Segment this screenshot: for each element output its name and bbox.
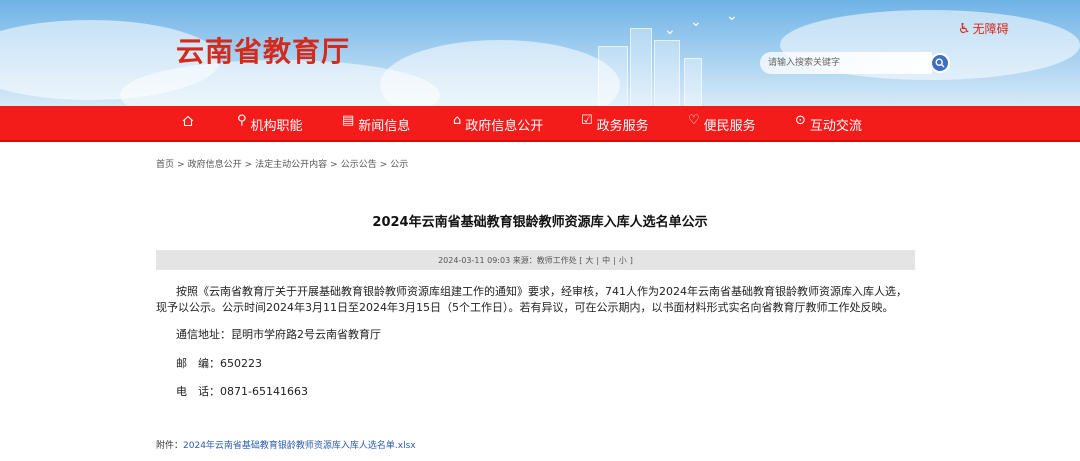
header-building bbox=[598, 46, 628, 106]
accessibility-label: 无障碍 bbox=[972, 22, 1009, 36]
contact-postcode: 邮 编：650223 bbox=[176, 357, 262, 370]
nav-item-label: 机构职能 bbox=[250, 118, 303, 134]
nav-item-convenience[interactable]: ♡ 便民服务 bbox=[688, 106, 756, 142]
nav-item-label: 互动交流 bbox=[809, 118, 862, 134]
nav-item-services[interactable]: ☑ 政务服务 bbox=[581, 106, 649, 142]
font-size-medium-button[interactable]: 中 bbox=[602, 255, 610, 266]
breadcrumb-separator: > bbox=[244, 160, 253, 170]
breadcrumb-item[interactable]: 公示 bbox=[390, 160, 408, 170]
accessibility-link[interactable]: ♿ 无障碍 bbox=[958, 20, 1009, 37]
search-button[interactable] bbox=[930, 53, 950, 73]
bird-icon: ⌄ bbox=[664, 22, 676, 38]
site-title: 云南省教育厅 bbox=[176, 35, 351, 68]
attachment: 附件：2024年云南省基础教育银龄教师资源库入库人选名单.xlsx bbox=[156, 438, 416, 451]
article-title: 2024年云南省基础教育银龄教师资源库入库人选名单公示 bbox=[372, 215, 708, 230]
nav-item-org[interactable]: ⚲ 机构职能 bbox=[237, 106, 303, 142]
nav-item-interaction[interactable]: ⊙ 互动交流 bbox=[795, 106, 862, 142]
breadcrumb: 首页 > 政府信息公开 > 法定主动公开内容 > 公示公告 > 公示 bbox=[156, 157, 408, 170]
nav-item-label: 便民服务 bbox=[703, 118, 756, 134]
article-meta-bar: 2024-03-11 09:03 来源：教师工作处 [ 大 | 中 | 小 ] bbox=[156, 250, 915, 270]
search-icon bbox=[935, 58, 945, 68]
nav-item-label: 新闻信息 bbox=[358, 118, 411, 134]
org-icon: ⚲ bbox=[237, 112, 247, 128]
news-icon: ▤ bbox=[342, 112, 355, 128]
meta-bracket-close: ] bbox=[629, 255, 633, 265]
heart-icon: ♡ bbox=[688, 112, 700, 128]
chat-icon: ⊙ bbox=[795, 112, 806, 128]
breadcrumb-separator: > bbox=[177, 160, 185, 170]
search-box bbox=[760, 52, 952, 74]
breadcrumb-separator: > bbox=[379, 160, 388, 170]
header-cloud bbox=[380, 40, 620, 106]
main-nav: ⚲ 机构职能 ▤ 新闻信息 ⌂ 政府信息公开 ☑ 政务服务 ♡ 便民服务 ⊙ 互… bbox=[0, 106, 1080, 142]
font-size-small-button[interactable]: 小 bbox=[619, 255, 627, 266]
contact-phone: 电 话：0871-65141663 bbox=[176, 385, 308, 398]
breadcrumb-item[interactable]: 首页 bbox=[156, 160, 174, 170]
header-building bbox=[684, 58, 702, 106]
article-paragraph: 按照《云南省教育厅关于开展基础教育银龄教师资源库组建工作的通知》要求，经审核，7… bbox=[156, 285, 907, 314]
gov-icon: ⌂ bbox=[453, 112, 462, 128]
publish-info: 2024-03-11 09:03 来源：教师工作处 [ bbox=[438, 255, 583, 265]
header-building bbox=[630, 28, 652, 106]
nav-item-label: 政府信息公开 bbox=[465, 118, 544, 134]
breadcrumb-item[interactable]: 公示公告 bbox=[341, 160, 377, 170]
home-icon[interactable] bbox=[181, 114, 195, 128]
nav-item-news[interactable]: ▤ 新闻信息 bbox=[342, 106, 410, 142]
bird-icon: ⌄ bbox=[690, 14, 702, 30]
attachment-label: 附件： bbox=[156, 441, 184, 451]
font-size-large-button[interactable]: 大 bbox=[585, 255, 593, 266]
breadcrumb-item[interactable]: 法定主动公开内容 bbox=[255, 160, 327, 170]
bird-icon: ⌄ bbox=[726, 8, 738, 24]
header-building bbox=[654, 40, 680, 106]
site-header: ⌄ ⌄ ⌄ 云南省教育厅 ♿ 无障碍 bbox=[0, 0, 1080, 106]
attachment-link[interactable]: 2024年云南省基础教育银龄教师资源库入库人选名单.xlsx bbox=[183, 441, 416, 451]
service-icon: ☑ bbox=[581, 112, 593, 128]
nav-item-gov-info[interactable]: ⌂ 政府信息公开 bbox=[453, 106, 543, 142]
search-input[interactable] bbox=[760, 52, 932, 74]
breadcrumb-separator: > bbox=[330, 160, 338, 170]
breadcrumb-item[interactable]: 政府信息公开 bbox=[188, 160, 242, 170]
wheelchair-icon: ♿ bbox=[958, 20, 971, 37]
nav-item-label: 政务服务 bbox=[596, 118, 649, 134]
contact-address: 通信地址：昆明市学府路2号云南省教育厅 bbox=[176, 328, 381, 341]
